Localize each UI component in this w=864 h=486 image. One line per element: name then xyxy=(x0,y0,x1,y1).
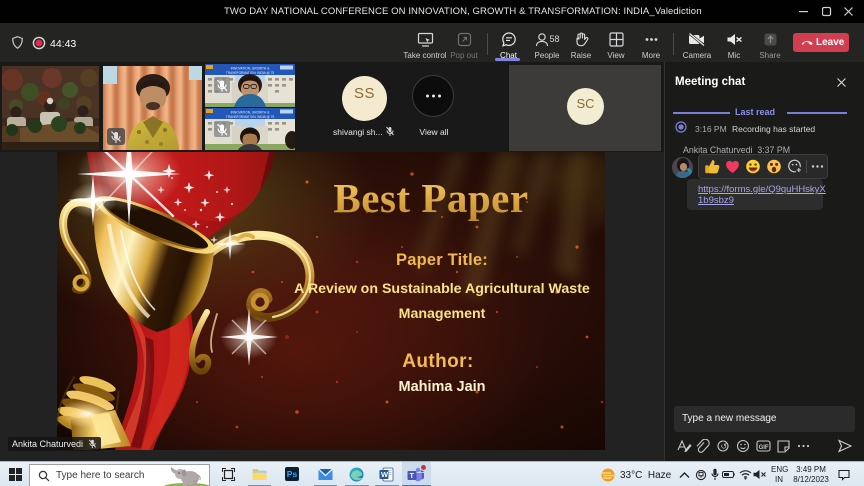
svg-text:↺: ↺ xyxy=(721,442,728,451)
svg-text:Author:: Author: xyxy=(402,351,473,372)
svg-text:Paper Title:: Paper Title: xyxy=(396,251,488,269)
svg-text:W: W xyxy=(381,470,389,479)
svg-text:Management: Management xyxy=(399,306,486,322)
svg-text:A Review on Sustainable Agricu: A Review on Sustainable Agricultural Was… xyxy=(294,281,590,297)
svg-text:T: T xyxy=(410,473,415,480)
svg-text:GIF: GIF xyxy=(759,445,769,451)
svg-text:Best Paper: Best Paper xyxy=(333,175,528,221)
svg-text:TRANSFORMATION: INDIA @ 75: TRANSFORMATION: INDIA @ 75 xyxy=(226,115,275,119)
svg-text:58: 58 xyxy=(550,34,560,44)
svg-text:Mahima Jain: Mahima Jain xyxy=(398,379,485,395)
